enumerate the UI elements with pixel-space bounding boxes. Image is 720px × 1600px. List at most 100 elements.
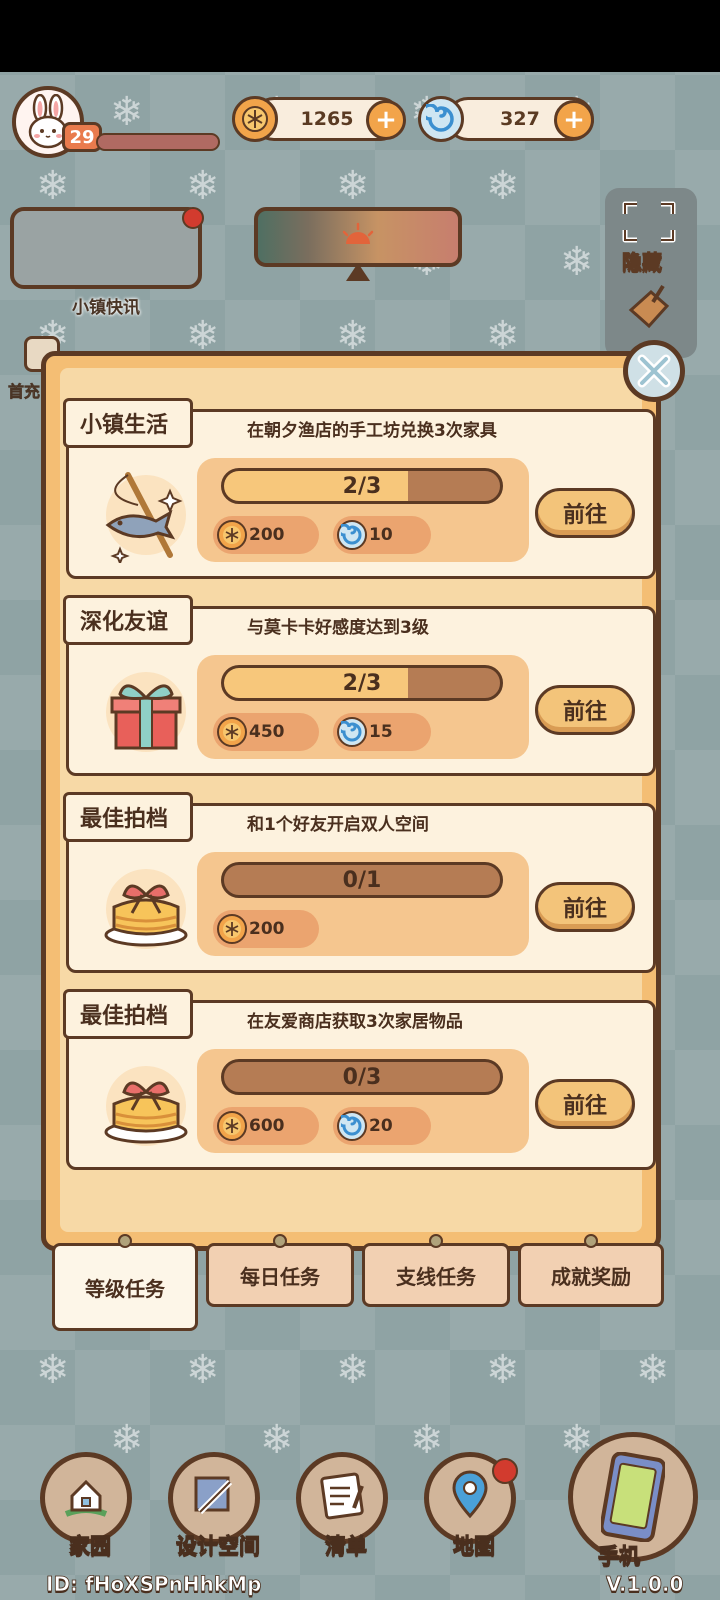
news-alert-dot bbox=[182, 207, 204, 229]
home-icon bbox=[58, 1468, 114, 1528]
progress-text: 0/3 bbox=[342, 1064, 382, 1090]
snowflake-icon: ❄ bbox=[186, 313, 220, 359]
task-title: 深化友谊 bbox=[63, 595, 194, 645]
tab-label: 支线任务 bbox=[396, 1264, 476, 1289]
close-button[interactable] bbox=[623, 340, 685, 402]
first-recharge-label[interactable]: 首充 bbox=[8, 378, 41, 402]
nav-label[interactable]: 清单 bbox=[296, 1530, 396, 1560]
task-description: 在友爱商店获取3次家居物品 bbox=[247, 1012, 463, 1032]
goto-button[interactable]: 前往 bbox=[535, 685, 635, 735]
coin-icon bbox=[217, 520, 247, 550]
task-card: 深化友谊 与莫卡卡好感度达到3级 2/3 450 15 前往 bbox=[63, 595, 656, 776]
add-gems-button[interactable]: + bbox=[554, 100, 594, 140]
snowflake-icon: ❄ bbox=[486, 1347, 520, 1393]
expand-frame-icon[interactable] bbox=[621, 200, 677, 244]
weather-toggle-arrow[interactable] bbox=[346, 263, 370, 281]
snowflake-icon: ❄ bbox=[110, 1417, 144, 1463]
snowflake-icon: ❄ bbox=[410, 1417, 444, 1463]
weather-widget[interactable] bbox=[254, 207, 462, 267]
task-description: 与莫卡卡好感度达到3级 bbox=[247, 618, 429, 638]
phone-label[interactable]: 手机 bbox=[598, 1540, 641, 1570]
tab-0[interactable]: 等级任务 bbox=[52, 1234, 198, 1331]
coin-icon bbox=[217, 1111, 247, 1141]
snowflake-icon: ❄ bbox=[260, 1417, 294, 1463]
gem-reward-amount: 20 bbox=[369, 1116, 393, 1136]
nav-label[interactable]: 地图 bbox=[424, 1530, 524, 1560]
fish-rod-icon bbox=[91, 460, 201, 570]
gem-reward: 10 bbox=[333, 516, 431, 554]
snowflake-icon: ❄ bbox=[486, 163, 520, 209]
coin-reward: 600 bbox=[213, 1107, 319, 1145]
user-id: ID: fHoXSPnHhkMp bbox=[46, 1572, 262, 1597]
snowflake-icon: ❄ bbox=[186, 163, 220, 209]
progress-text: 2/3 bbox=[342, 473, 382, 499]
tab-pin bbox=[273, 1234, 287, 1248]
goto-button[interactable]: 前往 bbox=[535, 1079, 635, 1129]
sunset-icon bbox=[342, 222, 374, 244]
town-news-label: 小镇快讯 bbox=[72, 298, 140, 318]
nav-label[interactable]: 设计空间 bbox=[168, 1530, 268, 1560]
progress-bar: 0/3 bbox=[221, 1059, 503, 1095]
hide-ui-label[interactable]: 隐藏 bbox=[622, 246, 663, 275]
task-title: 最佳拍档 bbox=[63, 989, 194, 1039]
swirl-gem-icon bbox=[418, 96, 464, 142]
coin-reward-amount: 200 bbox=[249, 919, 285, 939]
task-progress-box: 0/1 200 bbox=[197, 852, 529, 956]
goto-button[interactable]: 前往 bbox=[535, 882, 635, 932]
close-icon bbox=[637, 354, 671, 388]
snowflake-icon: ❄ bbox=[36, 1347, 70, 1393]
gem-reward-amount: 15 bbox=[369, 722, 393, 742]
gem-reward: 20 bbox=[333, 1107, 431, 1145]
snowflake-icon: ❄ bbox=[110, 89, 144, 135]
town-news-box[interactable] bbox=[10, 207, 202, 289]
tab-pin bbox=[429, 1234, 443, 1248]
swirl-gem-icon bbox=[337, 717, 367, 747]
tab-label: 成就奖励 bbox=[551, 1264, 631, 1289]
gem-amount: 327 bbox=[500, 108, 540, 130]
tab-3[interactable]: 成就奖励 bbox=[518, 1234, 664, 1307]
coin-reward: 450 bbox=[213, 713, 319, 751]
coin-amount: 1265 bbox=[300, 108, 354, 130]
add-coins-button[interactable]: + bbox=[366, 100, 406, 140]
goto-button[interactable]: 前往 bbox=[535, 488, 635, 538]
snowflake-icon: ❄ bbox=[336, 313, 370, 359]
task-description: 和1个好友开启双人空间 bbox=[247, 815, 429, 835]
tab-1[interactable]: 每日任务 bbox=[206, 1234, 354, 1307]
tab-pin bbox=[118, 1234, 132, 1248]
coin-icon bbox=[232, 96, 278, 142]
progress-bar: 2/3 bbox=[221, 665, 503, 701]
checklist-icon bbox=[314, 1468, 370, 1528]
coin-icon bbox=[217, 717, 247, 747]
task-description: 在朝夕渔店的手工坊兑换3次家具 bbox=[247, 421, 497, 441]
map-pin-icon bbox=[442, 1468, 498, 1528]
cake-icon bbox=[91, 854, 201, 964]
gem-reward-amount: 10 bbox=[369, 525, 393, 545]
snowflake-icon: ❄ bbox=[636, 1347, 670, 1393]
task-title: 最佳拍档 bbox=[63, 792, 194, 842]
task-progress-box: 2/3 450 15 bbox=[197, 655, 529, 759]
progress-bar: 2/3 bbox=[221, 468, 503, 504]
progress-bar: 0/1 bbox=[221, 862, 503, 898]
gift-box-icon bbox=[91, 657, 201, 767]
nav-label[interactable]: 家园 bbox=[40, 1530, 140, 1560]
task-title: 小镇生活 bbox=[63, 398, 194, 448]
snowflake-icon: ❄ bbox=[560, 239, 594, 285]
tab-2[interactable]: 支线任务 bbox=[362, 1234, 510, 1307]
coin-reward: 200 bbox=[213, 910, 319, 948]
coin-icon bbox=[217, 914, 247, 944]
task-progress-box: 0/3 600 20 bbox=[197, 1049, 529, 1153]
progress-text: 2/3 bbox=[342, 670, 382, 696]
watering-can-icon[interactable] bbox=[623, 280, 675, 336]
snowflake-icon: ❄ bbox=[336, 1347, 370, 1393]
swirl-gem-icon bbox=[337, 520, 367, 550]
status-bar bbox=[0, 0, 720, 72]
snowflake-icon: ❄ bbox=[36, 163, 70, 209]
gem-reward: 15 bbox=[333, 713, 431, 751]
app-version: V.1.0.0 bbox=[606, 1572, 684, 1597]
phone-icon bbox=[601, 1452, 665, 1542]
snowflake-icon: ❄ bbox=[336, 163, 370, 209]
coin-reward-amount: 600 bbox=[249, 1116, 285, 1136]
map-alert-dot bbox=[492, 1458, 518, 1484]
cake-icon bbox=[91, 1051, 201, 1161]
task-card: 最佳拍档 在友爱商店获取3次家居物品 0/3 600 20 前往 bbox=[63, 989, 656, 1170]
